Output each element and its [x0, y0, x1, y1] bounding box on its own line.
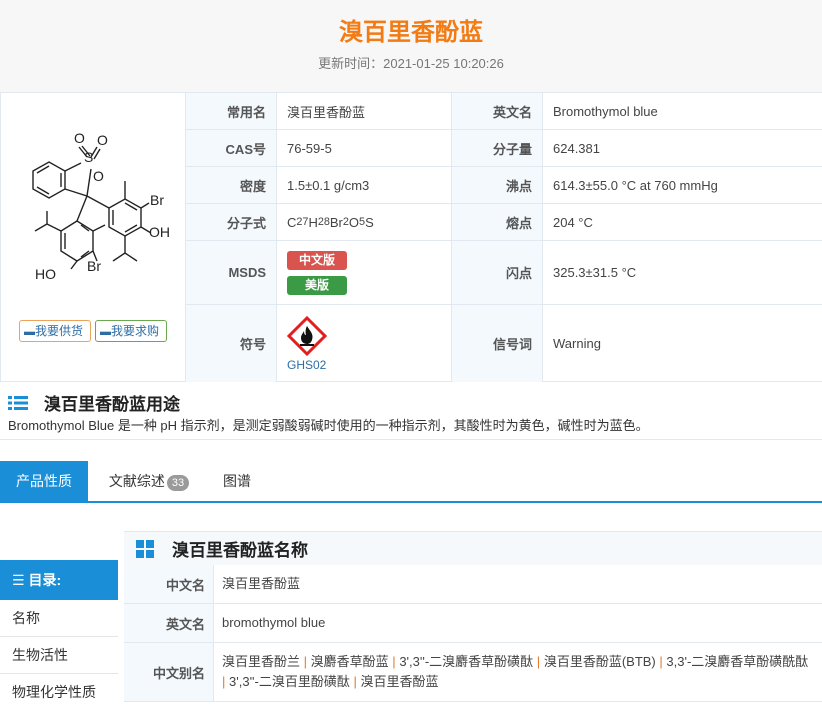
supply-button[interactable]: ▬我要供货: [19, 320, 91, 342]
msds-label: MSDS: [186, 241, 276, 304]
literature-count-badge: 33: [166, 475, 190, 491]
toc-title: 目录:: [28, 572, 62, 588]
msds-cn-button[interactable]: 中文版: [287, 250, 347, 270]
cas-value: 76-59-5: [276, 130, 452, 166]
names-header: 溴百里香酚蓝名称: [124, 531, 822, 565]
table-of-contents: ☰ 目录: 名称 生物活性 物理化学性质: [0, 560, 118, 705]
ghs-symbol[interactable]: GHS02: [276, 305, 452, 382]
row-cas: CAS号 76-59-5 分子量 624.381: [186, 130, 822, 167]
tab-literature[interactable]: 文献综述 33: [104, 461, 194, 501]
formula-label: 分子式: [186, 204, 276, 240]
usage-title: 溴百里香酚蓝用途: [44, 395, 180, 414]
row-density: 密度 1.5±0.1 g/cm3 沸点 614.3±55.0 °C at 760…: [186, 167, 822, 204]
signal-value: Warning: [542, 305, 822, 382]
hydroxyl-label-1: OH: [149, 224, 170, 240]
common-name-value: 溴百里香酚蓝: [276, 93, 452, 129]
english-name-label: 英文名: [452, 93, 542, 129]
molecule-structure-image: S O O O Br OH HO Br: [32, 130, 170, 282]
mw-value: 624.381: [542, 130, 822, 166]
signal-label: 信号词: [452, 305, 542, 382]
names-row-en: 英文名 bromothymol blue: [124, 604, 822, 643]
buy-button[interactable]: ▬我要求购: [95, 320, 167, 342]
density-value: 1.5±0.1 g/cm3: [276, 167, 452, 203]
toc-item-bioactivity[interactable]: 生物活性: [0, 637, 118, 674]
english-name-value: Bromothymol blue: [542, 93, 822, 129]
tab-literature-label: 文献综述: [108, 473, 165, 489]
flame-hazard-icon: [287, 315, 327, 356]
oxygen-label-3: O: [93, 168, 104, 184]
toc-header: ☰ 目录:: [0, 560, 118, 600]
oxygen-label-2: O: [97, 132, 108, 148]
mp-value: 204 °C: [542, 204, 822, 240]
structure-panel: S O O O Br OH HO Br ▬我要供货 ▬我要求购: [0, 93, 186, 382]
names-title: 溴百里香酚蓝名称: [172, 541, 308, 560]
row-msds: MSDS 中文版 美版 闪点 325.3±31.5 °C: [186, 241, 822, 305]
bp-label: 沸点: [452, 167, 542, 203]
info-table: S O O O Br OH HO Br ▬我要供货 ▬我要求购 常用名 溴百里香…: [0, 92, 822, 382]
cart-icon: ▬: [100, 326, 111, 338]
page-header: 溴百里香酚蓝 更新时间：2021-01-25 10:20:26: [0, 0, 822, 92]
msds-us-button[interactable]: 美版: [287, 275, 347, 295]
names-row-alias: 中文别名 溴百里香酚兰 | 溴麝香草酚蓝 | 3',3''-二溴麝香草酚磺酞 |…: [124, 643, 822, 702]
sulfur-label: S: [84, 149, 93, 165]
alias-label: 中文别名: [124, 643, 213, 701]
names-row-cn: 中文名 溴百里香酚蓝: [124, 565, 822, 604]
toc-item-names[interactable]: 名称: [0, 600, 118, 637]
mp-label: 熔点: [452, 204, 542, 240]
update-time: 更新时间：2021-01-25 10:20:26: [318, 56, 504, 71]
toc-item-physchem[interactable]: 物理化学性质: [0, 674, 118, 705]
truck-icon: ▬: [24, 326, 35, 338]
row-formula: 分子式 C 27 H 28 Br 2 O 5 S 熔点 204 °C: [186, 204, 822, 241]
grid-icon: [136, 539, 154, 558]
usage-text: Bromothymol Blue 是一种 pH 指示剂，是测定弱酸弱碱时使用的一…: [8, 418, 649, 433]
supply-label: 我要供货: [35, 324, 84, 338]
tab-properties[interactable]: 产品性质: [0, 461, 88, 501]
hydroxyl-label-2: HO: [35, 266, 56, 282]
bromine-label-2: Br: [87, 258, 101, 274]
tab-spectra[interactable]: 图谱: [214, 461, 260, 501]
oxygen-label-1: O: [74, 130, 85, 146]
bromine-label-1: Br: [150, 192, 164, 208]
buy-label: 我要求购: [111, 324, 160, 338]
row-symbol: 符号 GHS02 信号词 Warning: [186, 305, 822, 382]
en-name-value: bromothymol blue: [213, 604, 822, 642]
density-label: 密度: [186, 167, 276, 203]
list-icon: ☰: [12, 572, 29, 588]
usage-section: 溴百里香酚蓝用途 Bromothymol Blue 是一种 pH 指示剂，是测定…: [0, 382, 822, 440]
bp-value: 614.3±55.0 °C at 760 mmHg: [542, 167, 822, 203]
common-name-label: 常用名: [186, 93, 276, 129]
formula-value: C 27 H 28 Br 2 O 5 S: [276, 204, 452, 240]
list-icon: [8, 395, 28, 410]
fp-value: 325.3±31.5 °C: [542, 241, 822, 304]
msds-links: 中文版 美版: [276, 241, 452, 304]
fp-label: 闪点: [452, 241, 542, 304]
mw-label: 分子量: [452, 130, 542, 166]
alias-values: 溴百里香酚兰 | 溴麝香草酚蓝 | 3',3''-二溴麝香草酚磺酞 | 溴百里香…: [213, 643, 822, 701]
symbol-label: 符号: [186, 305, 276, 382]
ghs-code[interactable]: GHS02: [287, 358, 326, 372]
row-names: 常用名 溴百里香酚蓝 英文名 Bromothymol blue: [186, 93, 822, 130]
cas-label: CAS号: [186, 130, 276, 166]
tab-bar: 产品性质 文献综述 33 图谱: [0, 461, 822, 503]
cn-name-label: 中文名: [124, 565, 213, 603]
page-title: 溴百里香酚蓝: [339, 19, 483, 46]
cn-name-value: 溴百里香酚蓝: [213, 565, 822, 603]
names-section: 溴百里香酚蓝名称 中文名 溴百里香酚蓝 英文名 bromothymol blue…: [124, 531, 822, 702]
en-name-label: 英文名: [124, 604, 213, 642]
